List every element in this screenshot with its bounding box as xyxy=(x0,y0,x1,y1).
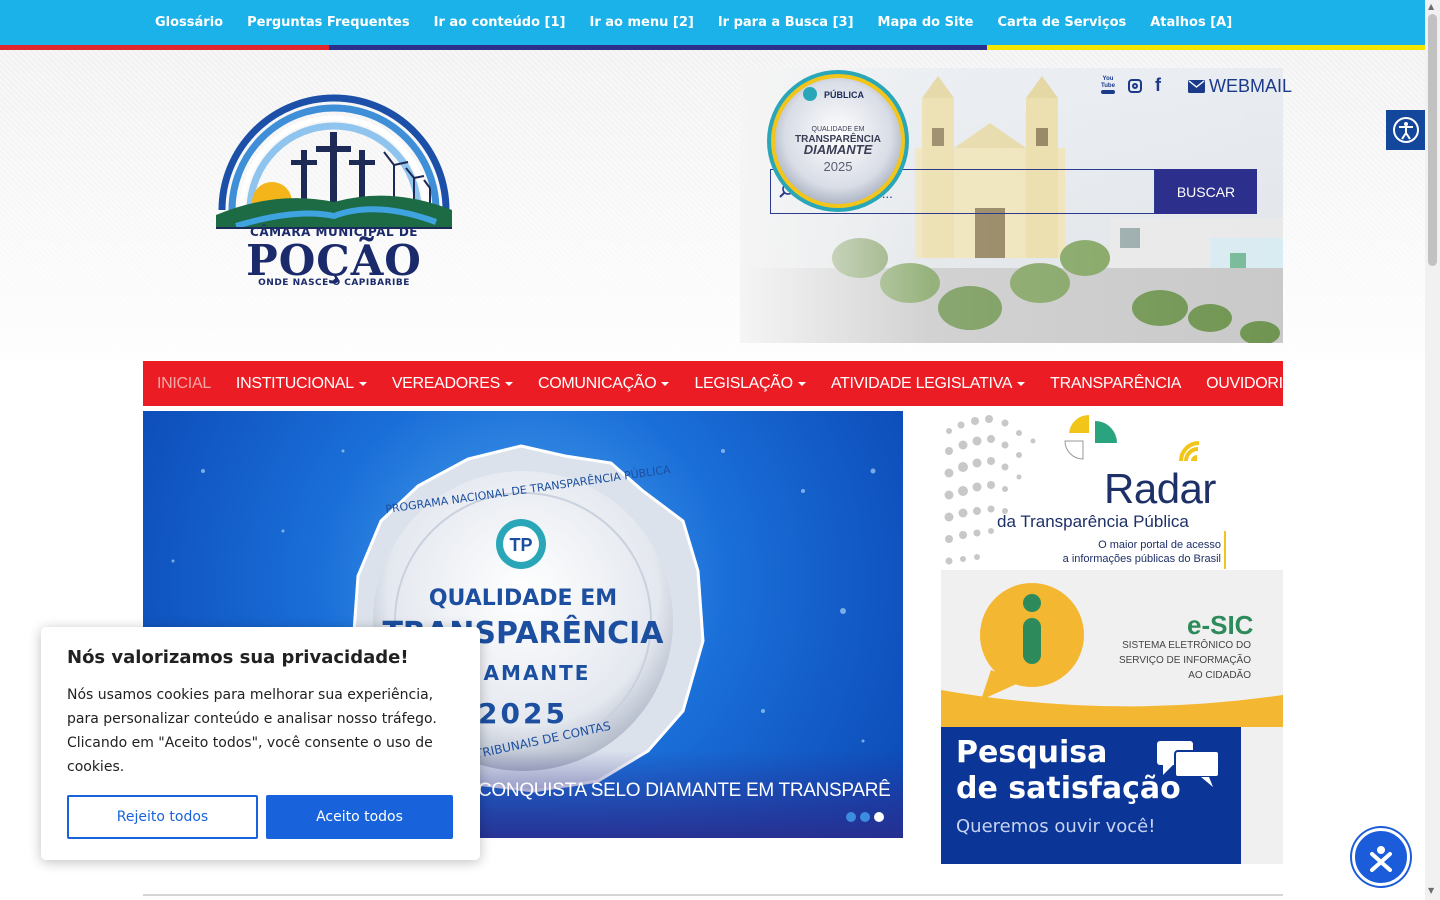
accept-all-button[interactable]: Aceito todos xyxy=(266,795,453,839)
content-divider xyxy=(143,894,1283,896)
radar-title: Radar xyxy=(1104,465,1216,512)
banner-radar-transparencia[interactable]: Radar da Transparência Pública O maior p… xyxy=(941,411,1283,570)
caret-down-icon xyxy=(504,381,513,386)
scrollbar-thumb[interactable] xyxy=(1428,14,1437,266)
pesquisa-line-2: de satisfação xyxy=(956,771,1181,806)
esic-title: e-SIC xyxy=(1187,610,1254,640)
seal-line-3: DIAMANTE xyxy=(803,142,873,157)
esic-line-1: SISTEMA ELETRÔNICO DO xyxy=(1122,640,1251,651)
link-carta-de-servicos[interactable]: Carta de Serviços xyxy=(997,15,1126,30)
scroll-up-arrow-icon[interactable]: ▲ xyxy=(1428,2,1434,11)
facebook-icon[interactable]: f xyxy=(1155,76,1165,94)
link-ir-ao-menu[interactable]: Ir ao menu [2] xyxy=(589,15,693,30)
youtube-text: You Tube xyxy=(1101,76,1115,89)
nav-label: COMUNICAÇÃO xyxy=(537,374,657,392)
cookie-consent-dialog: Nós valorizamos sua privacidade! Nós usa… xyxy=(41,627,480,860)
youtube-icon[interactable]: You Tube xyxy=(1100,76,1116,94)
accessibility-icon xyxy=(1392,117,1419,143)
nav-item-institucional[interactable]: INSTITUCIONAL xyxy=(236,375,367,393)
esic-line-3: AO CIDADÃO xyxy=(1188,670,1251,681)
nav-item-legislacao[interactable]: LEGISLAÇÃO xyxy=(694,374,806,393)
top-links: Glossário Perguntas Frequentes Ir ao con… xyxy=(155,0,1232,45)
top-accessibility-bar: Glossário Perguntas Frequentes Ir ao con… xyxy=(0,0,1425,45)
radar-subtitle: da Transparência Pública xyxy=(997,512,1189,531)
radar-tagline-2: a informações públicas do Brasil xyxy=(1062,553,1221,565)
page-scrollbar[interactable]: ▲ ▼ xyxy=(1425,0,1440,900)
banner-pesquisa-satisfacao[interactable]: Pesquisa de satisfação Queremos ouvir vo… xyxy=(941,727,1283,864)
nav-label: OUVIDORIA xyxy=(1206,374,1294,392)
accessibility-hands-button[interactable] xyxy=(1352,828,1410,886)
pesquisa-line-1: Pesquisa xyxy=(956,735,1108,770)
nav-label: LEGISLAÇÃO xyxy=(694,374,793,392)
reject-all-button[interactable]: Rejeito todos xyxy=(67,795,258,839)
nav-item-comunicacao[interactable]: COMUNICAÇÃO xyxy=(537,374,670,393)
nav-item-ouvidoria[interactable]: OUVIDORIA xyxy=(1206,375,1293,393)
accessibility-button[interactable] xyxy=(1386,110,1425,150)
nav-item-atividade-legislativa[interactable]: ATIVIDADE LEGISLATIVA xyxy=(830,374,1026,393)
slider-dot-2[interactable] xyxy=(860,812,870,822)
seal-line-1: QUALIDADE EM xyxy=(811,126,865,133)
main-nav: INICIAL INSTITUCIONAL VEREADORES COMUNIC… xyxy=(143,361,1293,406)
webmail-label: WEBMAIL xyxy=(1209,76,1293,96)
slider-dots xyxy=(846,812,884,822)
logo-line-3: ONDE NASCE O CAPIBARIBE xyxy=(258,278,410,288)
nav-label: ATIVIDADE LEGISLATIVA xyxy=(830,374,1013,392)
scroll-down-arrow-icon[interactable]: ▼ xyxy=(1428,886,1434,895)
badge-line-1: QUALIDADE EM xyxy=(428,586,618,611)
caret-down-icon xyxy=(797,381,806,386)
nav-label: VEREADORES xyxy=(391,374,500,392)
link-atalhos[interactable]: Atalhos [A] xyxy=(1150,15,1232,30)
caret-down-icon xyxy=(358,381,367,386)
link-mapa-do-site[interactable]: Mapa do Site xyxy=(878,15,974,30)
caret-down-icon xyxy=(1017,381,1026,386)
envelope-icon xyxy=(1188,80,1205,93)
seal-year: 2025 xyxy=(823,159,853,174)
link-perguntas-frequentes[interactable]: Perguntas Frequentes xyxy=(247,15,410,30)
banner-esic[interactable]: e-SIC SISTEMA ELETRÔNICO DO SERVIÇO DE I… xyxy=(941,570,1283,727)
nav-label: INSTITUCIONAL xyxy=(235,374,354,392)
seal-brand: PÚBLICA xyxy=(824,90,864,100)
link-ir-para-busca[interactable]: Ir para a Busca [3] xyxy=(718,15,854,30)
nav-item-transparencia[interactable]: TRANSPARÊNCIA xyxy=(1050,375,1181,393)
transparency-seal[interactable]: PÚBLICA QUALIDADE EM TRANSPARÊNCIA DIAMA… xyxy=(766,69,910,213)
nav-label: INICIAL xyxy=(157,374,211,392)
cookie-text: Nós usamos cookies para melhorar sua exp… xyxy=(67,687,437,775)
social-links: You Tube xyxy=(1100,76,1116,94)
radar-tagline-1: O maior portal de acesso xyxy=(1098,539,1221,551)
svg-text:TP: TP xyxy=(509,535,532,555)
webmail-link[interactable]: WEBMAIL xyxy=(1188,76,1292,97)
slider-dot-1[interactable] xyxy=(846,812,856,822)
esic-line-2: SERVIÇO DE INFORMAÇÃO xyxy=(1118,655,1251,666)
cookie-title: Nós valorizamos sua privacidade! xyxy=(67,647,409,668)
nav-item-vereadores[interactable]: VEREADORES xyxy=(392,375,513,393)
close-x-icon xyxy=(1370,846,1392,872)
slider-dot-3[interactable] xyxy=(874,812,884,822)
link-glossario[interactable]: Glossário xyxy=(155,15,223,30)
search-button[interactable]: BUSCAR xyxy=(1155,169,1257,214)
nav-item-inicial[interactable]: INICIAL xyxy=(157,375,211,393)
instagram-icon[interactable] xyxy=(1128,79,1142,93)
link-ir-ao-conteudo[interactable]: Ir ao conteúdo [1] xyxy=(434,15,566,30)
slide-caption[interactable]: CONQUISTA SELO DIAMANTE EM TRANSPARÊ xyxy=(478,780,891,802)
nav-label: TRANSPARÊNCIA xyxy=(1050,374,1182,392)
site-logo[interactable]: CÂMARA MUNICIPAL DE POÇÃO ONDE NASCE O C… xyxy=(216,90,452,290)
caret-down-icon xyxy=(661,381,670,386)
pesquisa-line-3: Queremos ouvir você! xyxy=(956,816,1156,837)
